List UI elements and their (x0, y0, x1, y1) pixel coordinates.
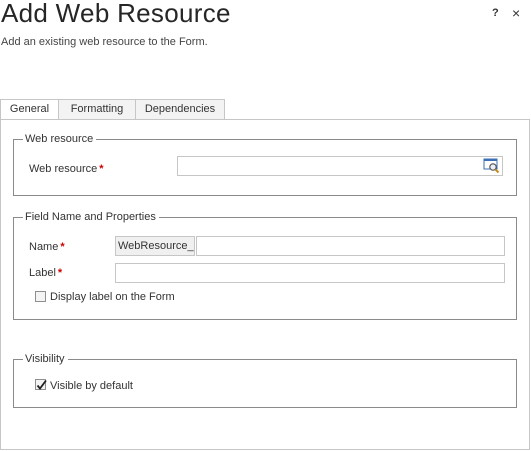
tab-panel-general: Web resource Web resource * Field Name an… (0, 119, 530, 450)
close-button[interactable]: × (512, 5, 520, 21)
required-marker: * (57, 267, 63, 279)
visibility-section: Visibility Visible by default (13, 352, 517, 408)
label-label: Label * (29, 267, 63, 279)
lookup-icon[interactable] (483, 158, 501, 174)
name-prefix: WebResource_ (115, 236, 195, 256)
tab-dependencies[interactable]: Dependencies (135, 99, 225, 119)
checkmark-icon (36, 379, 47, 390)
tab-general[interactable]: General (0, 99, 59, 120)
required-marker: * (99, 163, 104, 175)
tab-formatting[interactable]: Formatting (58, 99, 136, 119)
field-properties-section: Field Name and Properties Name * WebResou… (13, 210, 517, 320)
visible-by-default-text: Visible by default (50, 380, 133, 392)
web-resource-legend: Web resource (23, 132, 97, 146)
help-button[interactable]: ? (492, 7, 499, 19)
label-input[interactable] (115, 263, 505, 283)
name-input[interactable] (196, 236, 505, 256)
display-label-checkbox[interactable] (35, 291, 46, 302)
dialog-subtitle: Add an existing web resource to the Form… (1, 36, 208, 48)
web-resource-label: Web resource * (29, 163, 104, 175)
web-resource-input[interactable] (177, 156, 503, 176)
required-marker: * (60, 241, 65, 253)
visibility-legend: Visibility (23, 352, 68, 366)
web-resource-section: Web resource Web resource * (13, 132, 517, 196)
display-label-text: Display label on the Form (50, 291, 175, 303)
dialog-title: Add Web Resource (1, 0, 231, 28)
name-label: Name * (29, 241, 65, 253)
field-properties-legend: Field Name and Properties (23, 210, 159, 224)
visible-by-default-checkbox[interactable] (35, 379, 47, 390)
